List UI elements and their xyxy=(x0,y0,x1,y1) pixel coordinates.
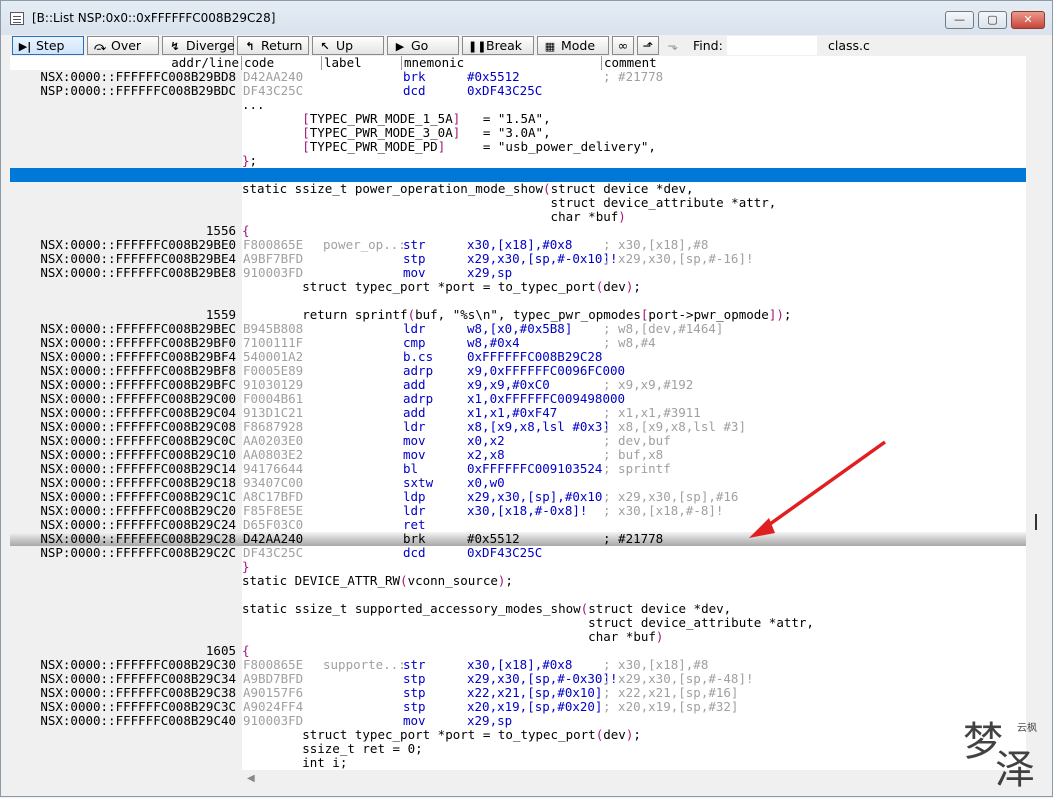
watermark-logo: 梦 泽 云枫 xyxy=(963,719,1037,787)
red-arrow-line xyxy=(761,440,887,531)
red-arrow-head xyxy=(749,518,775,538)
annotation-overlay xyxy=(749,440,887,538)
watermark-small: 云枫 xyxy=(1017,721,1037,734)
watermark-char-2: 泽 xyxy=(995,747,1035,787)
trace32-list-window: [B::List NSP:0x0::0xFFFFFFC008B29C28] — … xyxy=(0,0,1053,797)
